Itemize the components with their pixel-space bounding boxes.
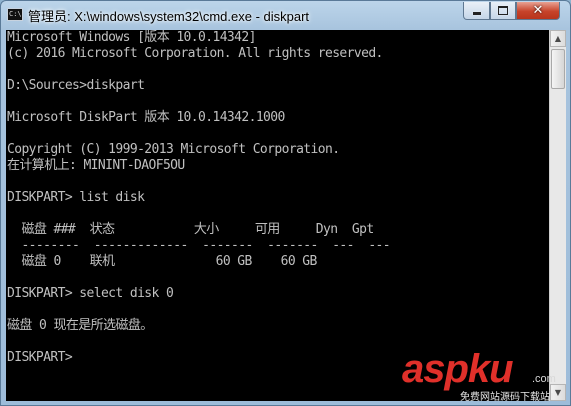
console-line: DISKPART> select disk 0 bbox=[7, 286, 174, 301]
console-output[interactable]: Microsoft Windows [版本 10.0.14342] (c) 20… bbox=[6, 30, 549, 401]
minimize-button[interactable] bbox=[463, 2, 490, 20]
console-prompt[interactable]: DISKPART> bbox=[7, 350, 73, 366]
minimize-icon bbox=[472, 12, 481, 15]
console-line: Microsoft DiskPart 版本 10.0.14342.1000 bbox=[7, 110, 285, 125]
cmd-window: C:\ 管理员: X:\windows\system32\cmd.exe - d… bbox=[0, 0, 571, 406]
console-line: 磁盘 0 联机 60 GB 60 GB bbox=[7, 254, 317, 269]
console-line: (c) 2016 Microsoft Corporation. All righ… bbox=[7, 46, 383, 61]
watermark-brand: aspku bbox=[402, 347, 514, 392]
vertical-scrollbar[interactable]: ▲ ▼ bbox=[549, 30, 566, 401]
console-line: 磁盘 ### 状态 大小 可用 Dyn Gpt bbox=[7, 222, 374, 237]
console-line: DISKPART> list disk bbox=[7, 190, 145, 205]
cmd-app-icon[interactable]: C:\ bbox=[7, 8, 23, 21]
close-button[interactable]: ✕ bbox=[516, 2, 560, 20]
scroll-up-arrow-icon[interactable]: ▲ bbox=[550, 30, 566, 47]
aspku-watermark: aspku .com 免费网站源码下载站! bbox=[400, 347, 568, 403]
console-line: D:\Sources>diskpart bbox=[7, 78, 145, 93]
watermark-brand-text: aspku bbox=[402, 347, 514, 391]
title-bar[interactable]: C:\ 管理员: X:\windows\system32\cmd.exe - d… bbox=[1, 1, 570, 29]
watermark-slogan: 免费网站源码下载站! bbox=[460, 392, 555, 403]
close-icon: ✕ bbox=[532, 3, 544, 18]
console-line: 在计算机上: MININT-DAOF5OU bbox=[7, 158, 185, 173]
maximize-button[interactable] bbox=[490, 2, 516, 20]
window-title: 管理员: X:\windows\system32\cmd.exe - diskp… bbox=[28, 9, 310, 24]
console-line: -------- ------------- ------- ------- -… bbox=[7, 238, 391, 253]
maximize-icon bbox=[498, 6, 508, 15]
watermark-tld: .com bbox=[532, 373, 556, 385]
console-line: 磁盘 0 现在是所选磁盘。 bbox=[7, 318, 153, 333]
console-line: Microsoft Windows [版本 10.0.14342] bbox=[7, 30, 256, 45]
scrollbar-thumb[interactable] bbox=[551, 49, 565, 89]
console-line: Copyright (C) 1999-2013 Microsoft Corpor… bbox=[7, 142, 340, 157]
